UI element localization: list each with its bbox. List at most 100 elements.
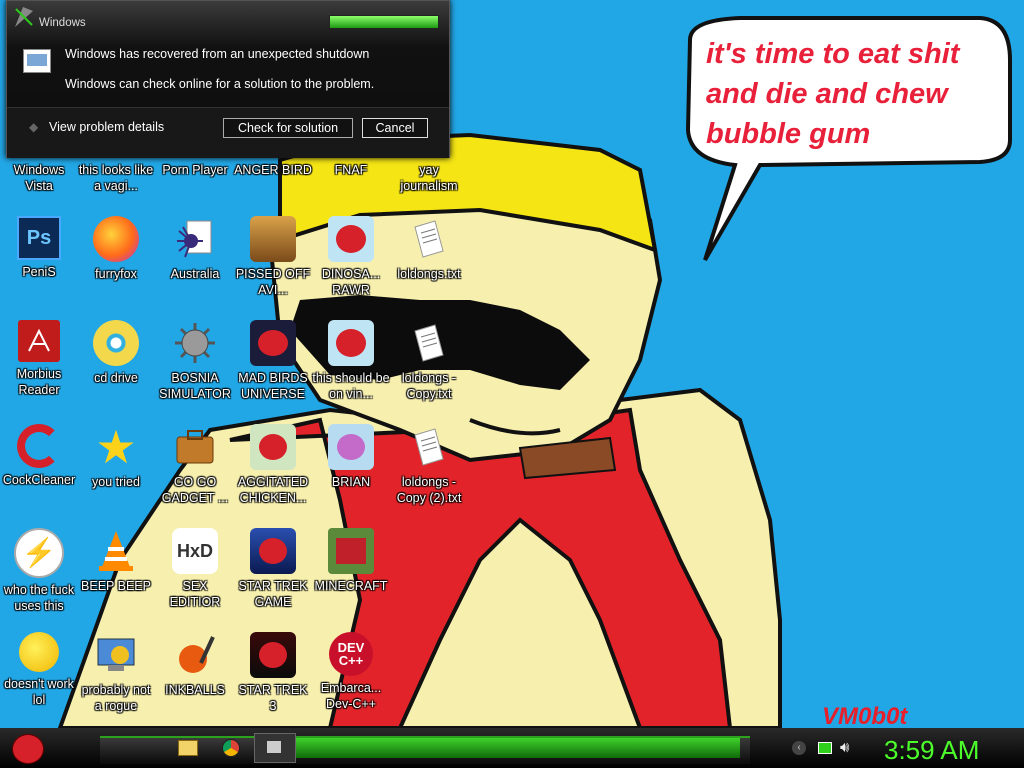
- desktop-icon-loldongs-txt[interactable]: loldongs.txt: [390, 216, 468, 282]
- desktop-icon-brian[interactable]: BRIAN: [312, 424, 390, 490]
- desktop-icon-photoshop[interactable]: Ps PeniS: [0, 216, 78, 280]
- cd-drive-icon: [93, 320, 139, 366]
- taskbar-button-error-window[interactable]: [254, 733, 296, 763]
- briefcase-icon: [172, 424, 218, 470]
- chrome-icon[interactable]: [222, 739, 240, 757]
- angry-birds-seasons-icon: [250, 216, 296, 262]
- desktop-icon-mad-birds-universe[interactable]: MAD BIRDS UNIVERSE: [234, 320, 312, 402]
- icon-label: BRIAN: [331, 475, 371, 489]
- desktop-icon-pissed-off-avi[interactable]: PISSED OFF AVI...: [234, 216, 312, 298]
- taskbar-clock[interactable]: 3:59 AM: [884, 735, 979, 766]
- icon-label: furryfox: [95, 267, 137, 281]
- icon-label: Australia: [170, 267, 220, 281]
- desktop-icon-loldongs-copy-2[interactable]: loldongs - Copy (2).txt: [390, 424, 468, 506]
- firefox-icon: [93, 216, 139, 262]
- icon-label: DINOSA... RAWR: [321, 267, 381, 297]
- icon-label: Windows Vista: [13, 163, 65, 193]
- inkball-icon: [172, 632, 218, 678]
- error-dialog[interactable]: Windows Windows has recovered from an un…: [6, 0, 450, 158]
- icon-label: PISSED OFF AVI...: [235, 267, 311, 297]
- window-controls[interactable]: [329, 15, 439, 29]
- desktop-icon-sex-editior[interactable]: HxD SEX EDITIOR: [156, 528, 234, 610]
- start-button[interactable]: [6, 728, 46, 768]
- icon-label: Embarca... Dev-C++: [320, 681, 382, 711]
- desktop-icon-porn-player[interactable]: Porn Player: [156, 162, 234, 178]
- desktop-icon-beep-beep[interactable]: BEEP BEEP: [77, 528, 155, 594]
- desktop-icon-go-go-gadget[interactable]: GO GO GADGET ...: [156, 424, 234, 506]
- icon-label: CockCleaner: [2, 473, 76, 487]
- yahoo-messenger-icon: [19, 632, 59, 672]
- check-for-solution-button[interactable]: Check for solution: [223, 118, 353, 138]
- cancel-button[interactable]: Cancel: [362, 118, 428, 138]
- desktop-icon-embarcadero-dev-cpp[interactable]: DEV C++ Embarca... Dev-C++: [312, 632, 390, 712]
- desktop-icon-yay-journalism[interactable]: yay journalism: [390, 162, 468, 194]
- desktop-icon-bosnia-simulator[interactable]: BOSNIA SIMULATOR: [156, 320, 234, 402]
- taskbar-active-area: [290, 738, 740, 758]
- volume-icon[interactable]: 🔊︎: [840, 739, 849, 756]
- desktop-icon-cd-drive[interactable]: cd drive: [77, 320, 155, 386]
- icon-label: AGGITATED CHICKEN...: [237, 475, 309, 505]
- wallpaper-signature: VM0b0t: [822, 703, 908, 730]
- desktop-icon-inkballs[interactable]: INKBALLS: [156, 632, 234, 698]
- desktop-icon-cockcleaner[interactable]: CockCleaner: [0, 424, 78, 488]
- desktop-icon-fnaf[interactable]: FNAF: [312, 162, 390, 178]
- control-panel-icon: [93, 632, 139, 678]
- winamp-icon: ⚡: [14, 528, 64, 578]
- desktop-icon-who-the-fuck-uses-this[interactable]: ⚡ who the fuck uses this: [0, 528, 78, 614]
- icon-label: loldongs.txt: [397, 267, 461, 281]
- icon-label: BOSNIA SIMULATOR: [159, 371, 231, 401]
- desktop-icon-loldongs-copy[interactable]: loldongs - Copy.txt: [390, 320, 468, 402]
- desktop-icon-morbius-reader[interactable]: Morbius Reader: [0, 320, 78, 398]
- pdf-reader-icon: [18, 320, 60, 362]
- dialog-message-primary: Windows has recovered from an unexpected…: [65, 47, 370, 61]
- icon-label: this looks like a vagi...: [78, 163, 154, 193]
- desktop-icon-you-tried[interactable]: ★ you tried: [77, 424, 155, 490]
- mine-icon: [172, 320, 218, 366]
- star-icon: ★: [95, 421, 137, 473]
- icon-label: probably not a rogue: [81, 683, 151, 713]
- desktop-icon-star-trek-game[interactable]: STAR TREK GAME: [234, 528, 312, 610]
- view-problem-details-link[interactable]: View problem details: [49, 120, 164, 134]
- icon-label: doesn't work lol: [4, 677, 74, 707]
- hxd-editor-icon: HxD: [172, 528, 218, 574]
- expand-details-icon[interactable]: ◆: [29, 120, 38, 134]
- icon-label: STAR TREK 3: [238, 683, 308, 713]
- dev-cpp-icon: DEV C++: [329, 632, 373, 676]
- dialog-app-icon: [15, 7, 33, 27]
- desktop-icon-aggitated-chicken[interactable]: AGGITATED CHICKEN...: [234, 424, 312, 506]
- vlc-cone-icon: [93, 528, 139, 574]
- icon-label: this should be on vin...: [312, 371, 390, 401]
- icon-label: PeniS: [22, 265, 56, 279]
- angry-bird-icon: [250, 424, 296, 470]
- file-explorer-icon[interactable]: [178, 740, 198, 756]
- desktop-icon-windows-vista[interactable]: Windows Vista: [0, 162, 78, 194]
- desktop-icon-dinosa-rawr[interactable]: DINOSA... RAWR: [312, 216, 390, 298]
- desktop-icon-firefox[interactable]: furryfox: [77, 216, 155, 282]
- angry-birds-stella-icon: [328, 424, 374, 470]
- icon-label: who the fuck uses this: [3, 583, 75, 613]
- desktop-icon-folder[interactable]: this looks like a vagi...: [77, 162, 155, 194]
- desktop-icon-doesnt-work-lol[interactable]: doesn't work lol: [0, 632, 78, 708]
- desktop-icon-anger-bird[interactable]: ANGER BIRD: [234, 162, 312, 178]
- desktop-icon-probably-not-a-rogue[interactable]: probably not a rogue: [77, 632, 155, 714]
- dialog-title: Windows: [39, 17, 86, 29]
- icon-label: GO GO GADGET ...: [161, 475, 229, 505]
- network-icon[interactable]: [818, 742, 832, 754]
- desktop-icon-minecraft[interactable]: MINECRAFT: [312, 528, 390, 594]
- icon-label: BEEP BEEP: [81, 579, 151, 593]
- dialog-titlebar[interactable]: Windows: [7, 1, 449, 39]
- icon-label: cd drive: [94, 371, 138, 385]
- icon-label: Porn Player: [162, 163, 228, 177]
- tray-chevron-icon[interactable]: ‹: [792, 741, 806, 755]
- icon-label: FNAF: [334, 163, 368, 177]
- icon-label: you tried: [92, 475, 140, 489]
- desktop-icon-australia[interactable]: Australia: [156, 216, 234, 282]
- spider-solitaire-icon: [172, 216, 218, 262]
- angry-bird-icon: [328, 216, 374, 262]
- desktop-icon-star-trek-3[interactable]: STAR TREK 3: [234, 632, 312, 714]
- dialog-message-secondary: Windows can check online for a solution …: [65, 77, 375, 91]
- text-file-icon: [406, 216, 452, 262]
- icon-label: STAR TREK GAME: [238, 579, 308, 609]
- desktop-icon-this-should-be-on-vin[interactable]: this should be on vin...: [312, 320, 390, 402]
- angry-bird-icon: [328, 320, 374, 366]
